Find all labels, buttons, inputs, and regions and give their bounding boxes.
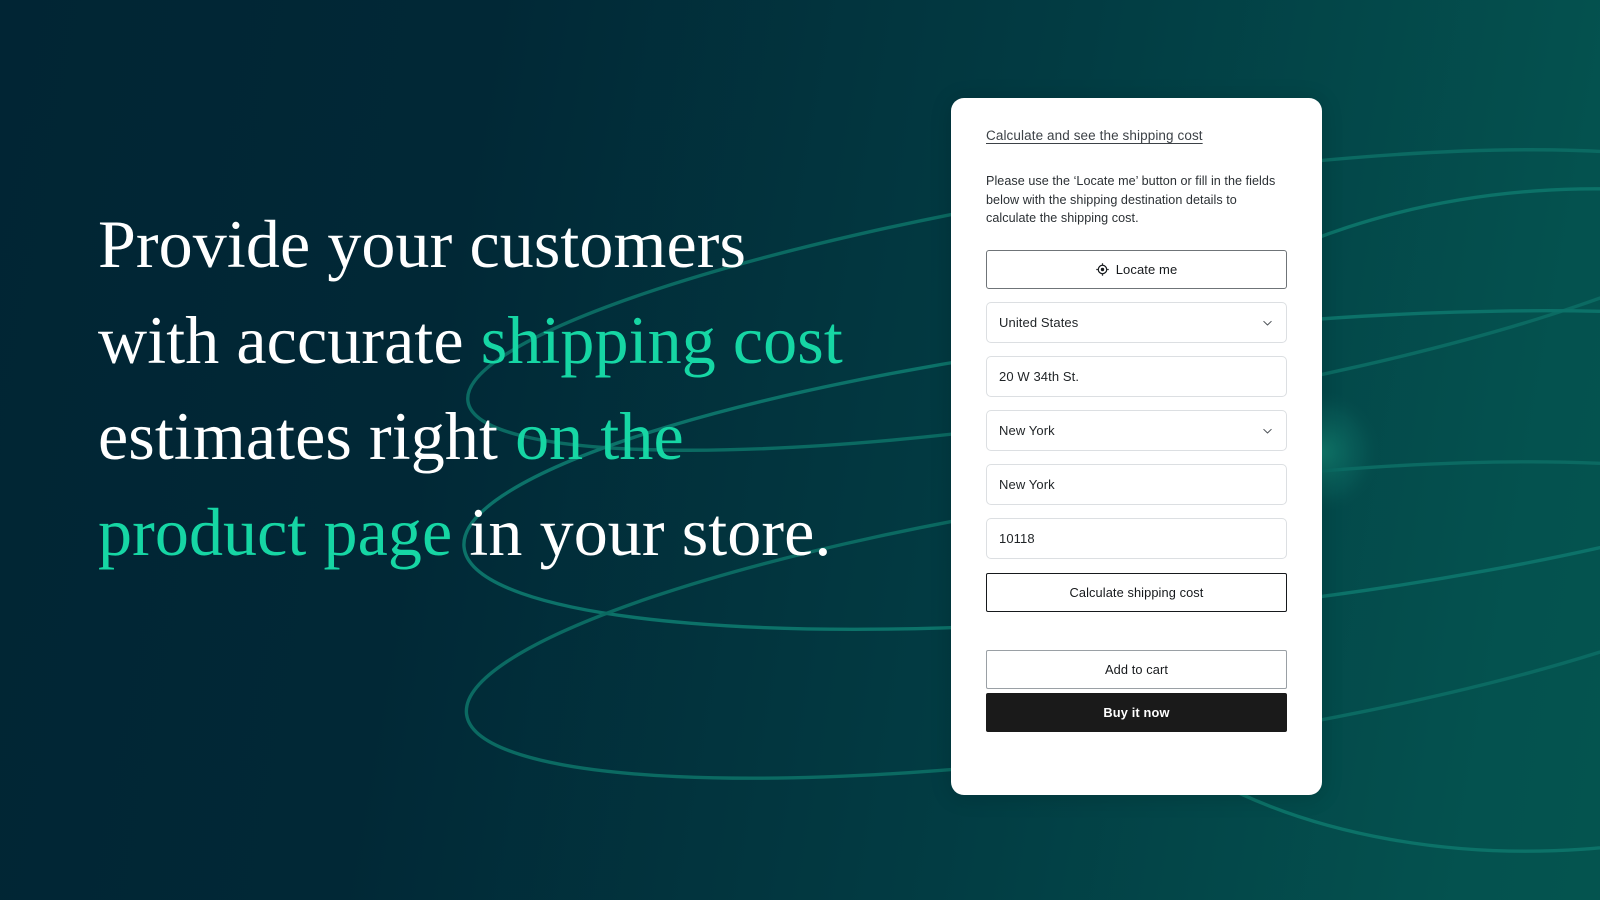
- chevron-down-icon: [1262, 317, 1273, 328]
- add-to-cart-button[interactable]: Add to cart: [986, 649, 1287, 689]
- locate-me-button[interactable]: Locate me: [986, 249, 1287, 289]
- hero-text-block: Provide your customers with accurate shi…: [98, 196, 858, 580]
- page-headline: Provide your customers with accurate shi…: [98, 196, 858, 580]
- calculate-shipping-link[interactable]: Calculate and see the shipping cost: [986, 126, 1203, 146]
- headline-segment-4: in your store.: [452, 494, 832, 570]
- zip-input-value: 10118: [999, 530, 1035, 546]
- country-select[interactable]: United States: [986, 301, 1287, 343]
- shipping-calculator-card: Calculate and see the shipping cost Plea…: [951, 98, 1322, 795]
- promo-banner: Provide your customers with accurate shi…: [0, 0, 1600, 900]
- calculate-shipping-cost-button[interactable]: Calculate shipping cost: [986, 572, 1287, 612]
- address-input-value: 20 W 34th St.: [999, 368, 1080, 384]
- city-input-value: New York: [999, 476, 1055, 492]
- address-input[interactable]: 20 W 34th St.: [986, 355, 1287, 397]
- zip-input[interactable]: 10118: [986, 517, 1287, 559]
- crosshair-target-icon: [1096, 263, 1109, 276]
- buy-it-now-button[interactable]: Buy it now: [986, 692, 1287, 732]
- locate-me-label: Locate me: [1115, 261, 1178, 277]
- city-input[interactable]: New York: [986, 463, 1287, 505]
- state-select[interactable]: New York: [986, 409, 1287, 451]
- headline-segment-1: shipping cost: [480, 302, 843, 378]
- chevron-down-icon: [1262, 425, 1273, 436]
- country-select-value: United States: [999, 314, 1079, 330]
- calculator-description: Please use the ‘Locate me’ button or fil…: [986, 174, 1276, 226]
- state-select-value: New York: [999, 422, 1055, 438]
- calculator-form: Locate me United States 20 W 34th St. Ne…: [986, 249, 1287, 732]
